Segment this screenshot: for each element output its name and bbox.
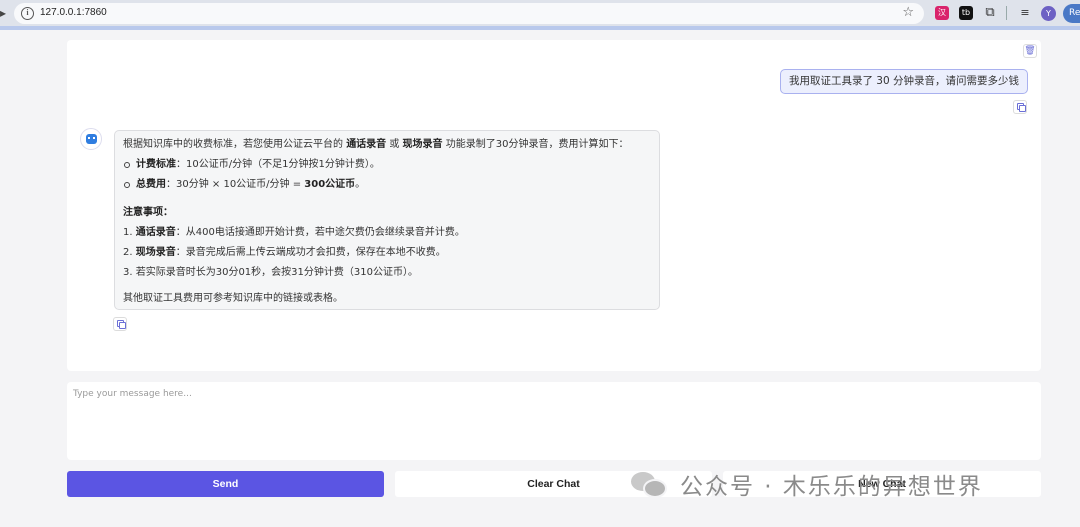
watermark-text: 公众号 · 木乐乐的异想世界 [680, 474, 983, 500]
toolbar-bottom-border [0, 26, 1080, 30]
note-item: 2. 现场录音：录音完成后需上传云端成功才会扣费，保存在本地不收费。 [123, 245, 651, 265]
extensions-puzzle-icon[interactable]: ⧉ [983, 6, 997, 20]
total-value: 300公证币 [304, 179, 356, 190]
total-end: 。 [355, 179, 366, 190]
bookmark-star-icon[interactable]: ☆ [902, 5, 914, 20]
wechat-logo-icon [630, 469, 672, 499]
note-label: 现场录音 [135, 247, 176, 258]
browser-toolbar: ▸ i 127.0.0.1:7860 ☆ 汉 tb ⧉ ≡ Y Re [0, 0, 1080, 29]
bot-intro-bold-onsite: 现场录音 [402, 139, 443, 150]
copy-bot-message-icon[interactable] [113, 317, 127, 331]
site-info-icon[interactable]: i [21, 7, 34, 20]
bot-intro-text: 根据知识库中的收费标准，若您使用公证云平台的 [123, 139, 347, 150]
bot-message-bubble: 根据知识库中的收费标准，若您使用公证云平台的 通话录音 或 现场录音 功能录制了… [114, 130, 660, 310]
chat-panel: 🗑 我用取证工具录了 30 分钟录音，请问需要多少钱 根据知识库中的收费标准，若… [67, 40, 1041, 371]
extension-icon[interactable]: tb [959, 6, 973, 20]
total-text: ：30分钟 × 10公证币/分钟 = [166, 179, 305, 190]
note-label: 通话录音 [135, 227, 176, 238]
bot-intro-text: 或 [386, 139, 403, 150]
rate-label: 计费标准 [136, 159, 176, 170]
notes-heading: 注意事项： [123, 205, 651, 225]
copy-user-message-icon[interactable] [1013, 100, 1027, 114]
bot-avatar [80, 128, 102, 150]
note-item: 3. 若实际录音时长为30分01秒，会按31分钟计费（310公证币）。 [123, 267, 418, 278]
bot-intro-text: 功能录制了30分钟录音，费用计算如下： [442, 139, 629, 150]
list-item: 总费用：30分钟 × 10公证币/分钟 = 300公证币。 [123, 177, 651, 197]
profile-badge[interactable]: Re [1063, 4, 1080, 23]
total-label: 总费用 [136, 179, 166, 190]
side-panel-icon[interactable]: ▸ [0, 6, 6, 20]
note-text: ：录音完成后需上传云端成功才会扣费，保存在本地不收费。 [175, 247, 446, 258]
note-number: 2. [123, 247, 136, 258]
toolbar-divider [1006, 6, 1007, 20]
bot-intro-line: 根据知识库中的收费标准，若您使用公证云平台的 通话录音 或 现场录音 功能录制了… [123, 137, 651, 157]
message-input-panel [67, 382, 1041, 460]
note-text: ：从400电话接通即开始计费，若中途欠费仍会继续录音并计费。 [175, 227, 465, 238]
rate-text: ：10公证币/分钟（不足1分钟按1分钟计费）。 [176, 159, 380, 170]
clear-history-trash-icon[interactable]: 🗑 [1023, 44, 1037, 58]
note-item: 1. 通话录音：从400电话接通即开始计费，若中途欠费仍会继续录音并计费。 [123, 225, 651, 245]
reading-list-icon[interactable]: ≡ [1018, 6, 1032, 20]
translate-extension-icon[interactable]: 汉 [935, 6, 949, 20]
user-message-bubble: 我用取证工具录了 30 分钟录音，请问需要多少钱 [779, 69, 1028, 94]
robot-icon [86, 134, 97, 144]
list-item: 计费标准：10公证币/分钟（不足1分钟按1分钟计费）。 [123, 157, 651, 177]
message-input[interactable] [67, 382, 1041, 460]
send-button[interactable]: Send [67, 471, 384, 497]
bot-intro-bold-call: 通话录音 [346, 139, 387, 150]
bot-footer-text: 其他取证工具费用可参考知识库中的链接或表格。 [123, 293, 343, 304]
note-number: 1. [123, 227, 136, 238]
url-text[interactable]: 127.0.0.1:7860 [40, 7, 107, 18]
watermark: 公众号 · 木乐乐的异想世界 [630, 468, 983, 500]
address-bar[interactable]: i 127.0.0.1:7860 ☆ [14, 3, 924, 24]
notes-heading-text: 注意事项： [123, 207, 173, 218]
profile-avatar[interactable]: Y [1041, 6, 1056, 21]
